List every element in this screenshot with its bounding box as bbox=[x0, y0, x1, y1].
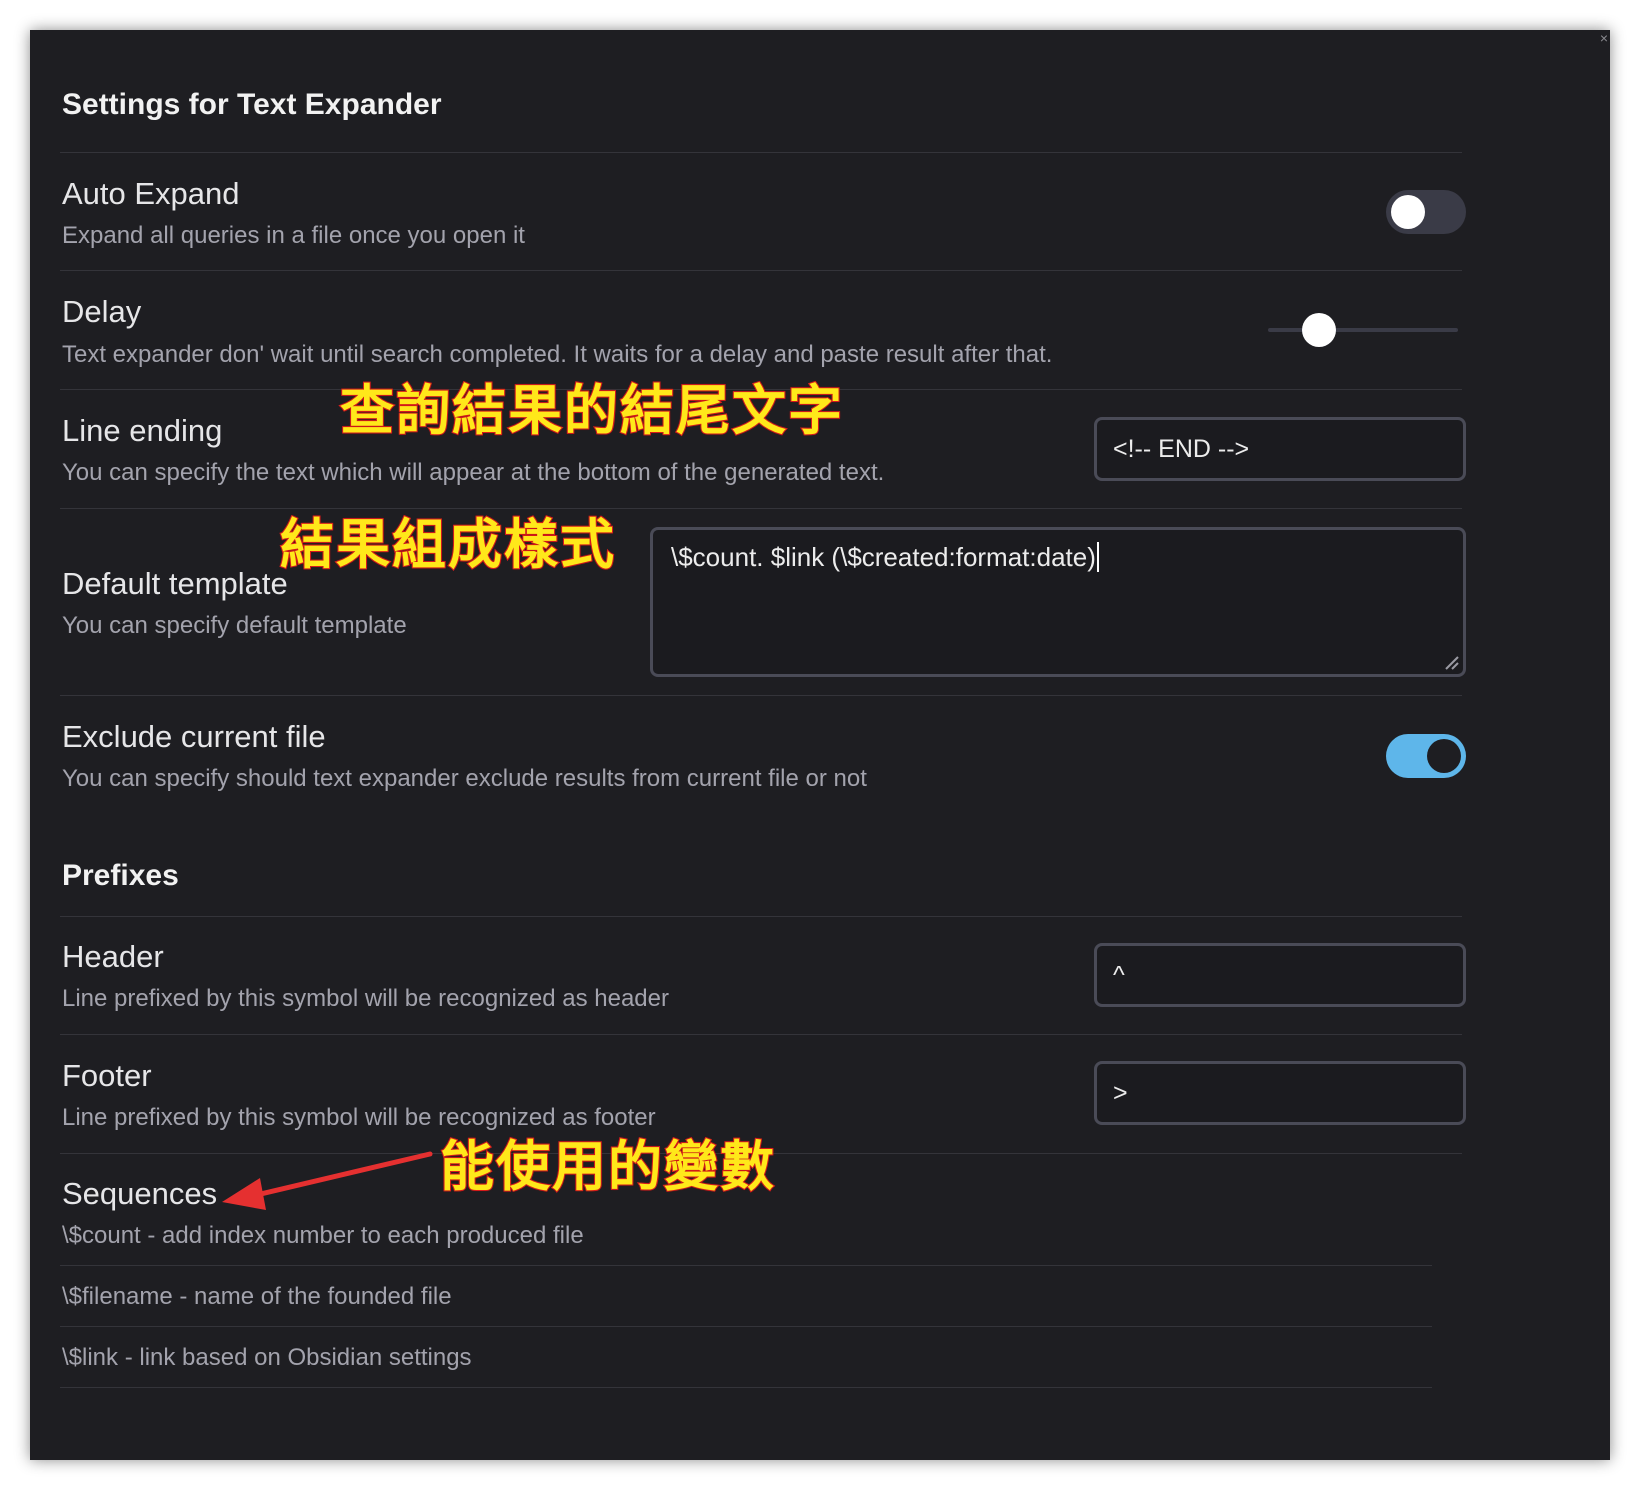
settings-panel: × Settings for Text Expander Auto Expand… bbox=[30, 30, 1610, 1460]
arrow-icon bbox=[222, 1151, 433, 1210]
